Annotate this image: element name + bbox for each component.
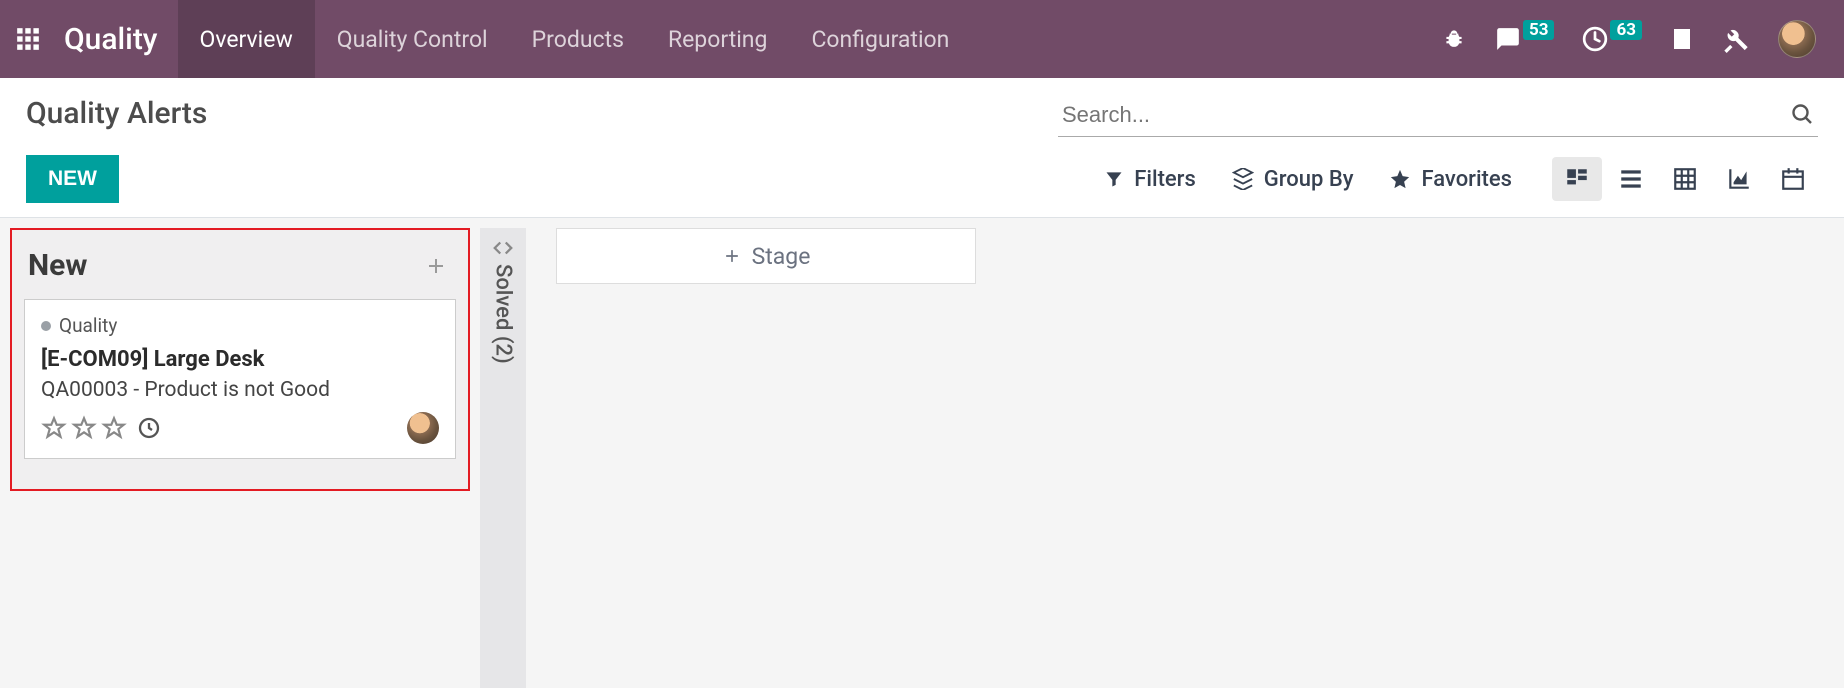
view-pivot-icon[interactable] <box>1660 157 1710 201</box>
add-stage-column: Stage <box>556 228 976 284</box>
menu-configuration[interactable]: Configuration <box>789 0 971 78</box>
building-icon[interactable] <box>1670 27 1694 51</box>
activities-icon[interactable]: 63 <box>1582 26 1642 52</box>
add-stage-button[interactable]: Stage <box>556 228 976 284</box>
kanban-card[interactable]: Quality [E-COM09] Large Desk QA00003 - P… <box>24 299 456 459</box>
favorites-dropdown[interactable]: Favorites <box>1389 167 1512 192</box>
nav-systray: 53 63 <box>1441 20 1844 58</box>
groupby-dropdown[interactable]: Group By <box>1232 167 1354 192</box>
discuss-icon[interactable]: 53 <box>1495 26 1555 52</box>
add-stage-label: Stage <box>752 243 811 270</box>
view-list-icon[interactable] <box>1606 157 1656 201</box>
unfold-icon <box>492 240 514 256</box>
column-title[interactable]: New <box>28 248 87 283</box>
menu-products[interactable]: Products <box>510 0 646 78</box>
folded-column-label: Solved (2) <box>491 264 516 364</box>
view-calendar-icon[interactable] <box>1768 157 1818 201</box>
main-menu: Overview Quality Control Products Report… <box>178 0 972 78</box>
user-avatar[interactable] <box>1778 20 1816 58</box>
bug-icon[interactable] <box>1441 26 1467 52</box>
kanban-column-new: New Quality [E-COM09] Large Desk QA00003… <box>10 228 470 491</box>
control-panel: Quality Alerts NEW Filters Group By F <box>0 78 1844 218</box>
search-box[interactable] <box>1058 96 1818 137</box>
kanban-view: New Quality [E-COM09] Large Desk QA00003… <box>0 218 1844 688</box>
menu-reporting[interactable]: Reporting <box>646 0 790 78</box>
discuss-badge: 53 <box>1523 20 1555 40</box>
filters-label: Filters <box>1134 167 1196 192</box>
favorites-label: Favorites <box>1421 167 1512 192</box>
view-kanban-icon[interactable] <box>1552 157 1602 201</box>
new-button[interactable]: NEW <box>26 155 119 203</box>
filters-dropdown[interactable]: Filters <box>1104 167 1196 192</box>
tag-dot-icon <box>41 321 51 331</box>
menu-quality-control[interactable]: Quality Control <box>315 0 510 78</box>
top-navbar: Quality Overview Quality Control Product… <box>0 0 1844 78</box>
view-graph-icon[interactable] <box>1714 157 1764 201</box>
card-tag: Quality <box>59 314 117 337</box>
app-title[interactable]: Quality <box>56 22 178 57</box>
search-input[interactable] <box>1058 96 1818 136</box>
assignee-avatar[interactable] <box>407 412 439 444</box>
card-title: [E-COM09] Large Desk <box>41 347 439 372</box>
card-subtitle: QA00003 - Product is not Good <box>41 378 439 402</box>
search-icon[interactable] <box>1790 102 1814 126</box>
quick-create-icon[interactable] <box>424 254 448 278</box>
apps-icon[interactable] <box>0 0 56 78</box>
activity-clock-icon[interactable] <box>137 416 161 440</box>
breadcrumb: Quality Alerts <box>26 96 207 131</box>
activities-badge: 63 <box>1610 20 1642 40</box>
menu-overview[interactable]: Overview <box>178 0 315 78</box>
kanban-column-folded-solved[interactable]: Solved (2) <box>480 228 526 688</box>
view-switcher <box>1552 157 1818 201</box>
groupby-label: Group By <box>1264 167 1354 192</box>
tools-icon[interactable] <box>1722 25 1750 53</box>
priority-stars[interactable] <box>41 415 127 441</box>
